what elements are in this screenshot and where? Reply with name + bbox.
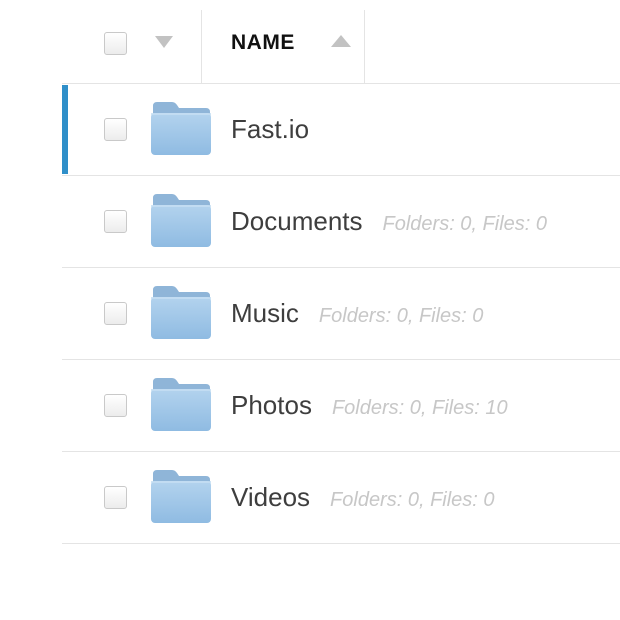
row-checkbox[interactable] (104, 486, 127, 509)
folder-name[interactable]: Videos (231, 482, 310, 513)
folder-name[interactable]: Photos (231, 390, 312, 421)
row-text: Documents Folders: 0, Files: 0 (231, 176, 547, 267)
column-divider (364, 10, 365, 83)
folder-name[interactable]: Music (231, 298, 299, 329)
table-row[interactable]: Photos Folders: 0, Files: 10 (62, 360, 620, 452)
table-row[interactable]: Fast.io (62, 84, 620, 176)
table-row[interactable]: Videos Folders: 0, Files: 0 (62, 452, 620, 544)
folder-icon (150, 376, 212, 432)
table-row[interactable]: Music Folders: 0, Files: 0 (62, 268, 620, 360)
folder-meta: Folders: 0, Files: 10 (331, 396, 508, 419)
folder-icon (150, 100, 212, 156)
row-checkbox[interactable] (104, 118, 127, 141)
select-all-checkbox[interactable] (104, 32, 127, 55)
chevron-down-icon (155, 36, 173, 48)
folder-meta: Folders: 0, Files: 0 (318, 304, 484, 327)
name-column-header[interactable]: NAME (201, 0, 364, 83)
sort-ascending-icon (331, 35, 351, 47)
list-header: NAME (62, 0, 620, 84)
row-checkbox[interactable] (104, 394, 127, 417)
folder-name[interactable]: Documents (231, 206, 363, 237)
folder-icon (150, 284, 212, 340)
row-text: Photos Folders: 0, Files: 10 (231, 360, 508, 451)
row-checkbox[interactable] (104, 302, 127, 325)
row-text: Videos Folders: 0, Files: 0 (231, 452, 495, 543)
row-checkbox[interactable] (104, 210, 127, 233)
folder-icon (150, 192, 212, 248)
file-list: NAME Fast.io Documents Folders: 0, Files… (62, 0, 620, 544)
table-row[interactable]: Documents Folders: 0, Files: 0 (62, 176, 620, 268)
folder-meta: Folders: 0, Files: 0 (330, 488, 495, 511)
selection-dropdown[interactable] (154, 36, 174, 50)
name-column-label: NAME (231, 31, 295, 54)
folder-icon (150, 468, 212, 524)
folder-meta: Folders: 0, Files: 0 (382, 212, 548, 235)
row-text: Fast.io (231, 84, 329, 175)
folder-name[interactable]: Fast.io (231, 114, 309, 145)
row-text: Music Folders: 0, Files: 0 (231, 268, 483, 359)
